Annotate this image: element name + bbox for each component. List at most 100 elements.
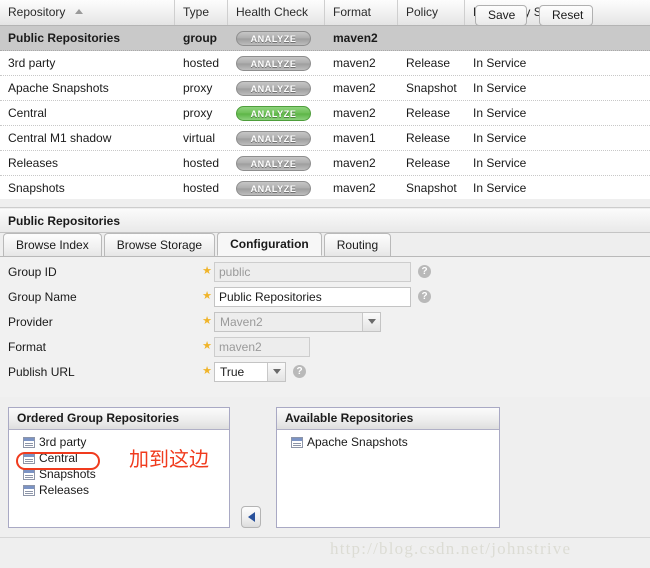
list-item-label: Apache Snapshots [307, 435, 408, 449]
chevron-down-icon [362, 312, 380, 331]
provider-select[interactable]: Maven2 [214, 311, 381, 332]
ordered-group-repositories-title: Ordered Group Repositories [9, 408, 229, 430]
cell-health-check: ANALYZE [228, 26, 325, 50]
analyze-button[interactable]: ANALYZE [236, 131, 311, 147]
table-row[interactable]: 3rd party hosted ANALYZE maven2 Release In Se… [0, 51, 650, 76]
cell-repository-status: In Service [473, 131, 527, 145]
column-header-health-check[interactable]: Health Check [228, 0, 325, 25]
footer-bar [0, 537, 650, 568]
list-item-label: Snapshots [39, 467, 96, 481]
panel-separator [0, 199, 650, 208]
available-repositories-box: Available Repositories Apache Snapshots [276, 407, 500, 528]
group-id-help-icon[interactable]: ? [418, 265, 431, 278]
repository-icon [23, 452, 35, 464]
sort-ascending-icon [74, 9, 83, 14]
form-row-publish-url: Publish URL ★ True ? [0, 359, 306, 384]
arrow-left-icon [247, 512, 255, 522]
list-item[interactable]: Releases [9, 482, 229, 498]
cell-format: maven2 [333, 31, 378, 45]
column-header-type[interactable]: Type [175, 0, 228, 25]
move-left-button[interactable] [241, 506, 261, 528]
cell-repository: Central [8, 106, 47, 120]
cell-policy: Snapshot [406, 81, 457, 95]
analyze-button[interactable]: ANALYZE [236, 31, 311, 47]
cell-format: maven2 [333, 81, 376, 95]
publish-url-select[interactable]: True [214, 361, 286, 382]
table-row[interactable]: Snapshots hosted ANALYZE maven2 Snapshot In S… [0, 176, 650, 201]
table-row[interactable]: Public Repositories group ANALYZE maven2 [0, 26, 650, 51]
cell-repository: Releases [8, 156, 59, 170]
table-row[interactable]: Apache Snapshots proxy ANALYZE maven2 Snapsh… [0, 76, 650, 101]
cell-repository: Public Repositories [8, 31, 121, 45]
tab-strip: Browse Index Browse Storage Configuration R… [0, 232, 650, 257]
provider-select-value: Maven2 [220, 314, 263, 329]
format-input[interactable] [214, 336, 310, 357]
cell-type: hosted [183, 56, 220, 70]
analyze-button[interactable]: ANALYZE [236, 156, 311, 172]
repository-icon [23, 436, 35, 448]
cell-repository-status: In Service [473, 56, 527, 70]
tab-routing[interactable]: Routing [323, 233, 392, 256]
cell-format: maven2 [333, 181, 376, 195]
column-header-repository-label: Repository [8, 5, 66, 19]
group-name-label: Group Name [8, 289, 77, 304]
group-name-input[interactable] [214, 286, 411, 307]
repository-icon [23, 484, 35, 496]
table-row[interactable]: Central M1 shadow virtual ANALYZE maven1 Rel… [0, 126, 650, 151]
cell-format: maven2 [333, 106, 376, 120]
tab-browse-storage[interactable]: Browse Storage [103, 233, 216, 256]
grid-body: Public Repositories group ANALYZE maven2 3rd… [0, 26, 650, 201]
cell-health-check: ANALYZE [228, 151, 325, 175]
list-item-label: Central [39, 451, 78, 465]
save-button[interactable]: Save [475, 5, 527, 26]
cell-health-check: ANALYZE [228, 176, 325, 200]
configuration-form: Group ID ★ ? Group Name ★ ? Provider ★ M… [0, 257, 650, 397]
list-item[interactable]: Apache Snapshots [277, 434, 499, 450]
column-header-repository[interactable]: Repository [0, 0, 175, 25]
provider-label: Provider [8, 314, 53, 329]
group-name-help-icon[interactable]: ? [418, 290, 431, 303]
cell-repository-status: In Service [473, 81, 527, 95]
list-item-label: 3rd party [39, 435, 87, 449]
cell-repository: Snapshots [8, 181, 65, 195]
cell-type: hosted [183, 181, 220, 195]
cell-type: group [183, 31, 217, 45]
required-star-icon: ★ [202, 340, 212, 352]
cell-format: maven2 [333, 156, 376, 170]
analyze-button[interactable]: ANALYZE [236, 181, 311, 197]
form-row-format: Format ★ [0, 334, 310, 359]
cell-health-check: ANALYZE [228, 101, 325, 125]
cell-health-check: ANALYZE [228, 126, 325, 150]
cell-format: maven1 [333, 131, 376, 145]
tab-configuration[interactable]: Configuration [217, 232, 322, 256]
publish-url-help-icon[interactable]: ? [293, 365, 306, 378]
cell-repository: Apache Snapshots [8, 81, 109, 95]
table-row[interactable]: Central proxy ANALYZE maven2 Release In Servi… [0, 101, 650, 126]
column-header-policy[interactable]: Policy [398, 0, 465, 25]
cell-type: proxy [183, 81, 213, 95]
tab-browse-index[interactable]: Browse Index [3, 233, 102, 256]
cell-repository-status: In Service [473, 156, 527, 170]
column-header-format[interactable]: Format [325, 0, 398, 25]
table-row[interactable]: Releases hosted ANALYZE maven2 Release In Ser… [0, 151, 650, 176]
group-id-input[interactable] [214, 261, 411, 282]
publish-url-select-value: True [220, 364, 245, 379]
cell-health-check: ANALYZE [228, 51, 325, 75]
list-item-label: Releases [39, 483, 90, 497]
analyze-button[interactable]: ANALYZE [236, 106, 311, 122]
group-id-label: Group ID [8, 264, 57, 279]
form-row-provider: Provider ★ Maven2 [0, 309, 381, 334]
reset-button[interactable]: Reset [539, 5, 593, 26]
repository-icon [291, 436, 303, 448]
cell-repository-status: In Service [473, 106, 527, 120]
analyze-button[interactable]: ANALYZE [236, 56, 311, 72]
cell-type: proxy [183, 106, 213, 120]
cell-policy: Release [406, 156, 451, 170]
available-repositories-list[interactable]: Apache Snapshots [277, 434, 499, 450]
publish-url-label: Publish URL [8, 364, 75, 379]
cell-type: virtual [183, 131, 216, 145]
repository-grid: Repository Type Health Check Format Poli… [0, 0, 650, 201]
cell-type: hosted [183, 156, 220, 170]
analyze-button[interactable]: ANALYZE [236, 81, 311, 97]
cell-repository: 3rd party [8, 56, 56, 70]
